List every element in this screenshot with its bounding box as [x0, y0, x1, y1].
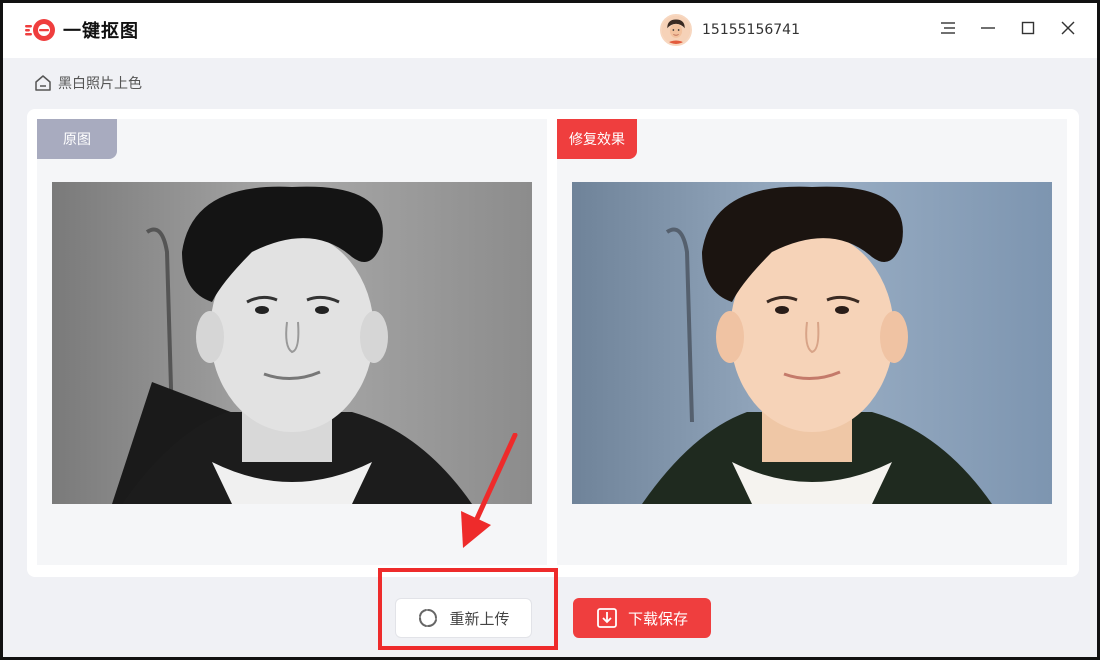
title-bar: 一键抠图 15155156741 [3, 3, 1097, 58]
result-tag: 修复效果 [557, 119, 637, 159]
minimize-icon[interactable] [977, 17, 999, 39]
original-tag: 原图 [37, 119, 117, 159]
user-phone: 15155156741 [702, 22, 800, 38]
app-logo: 一键抠图 [25, 17, 139, 43]
breadcrumb[interactable]: 黑白照片上色 [34, 73, 142, 93]
user-account[interactable]: 15155156741 [660, 14, 800, 46]
app-name: 一键抠图 [63, 21, 139, 42]
download-label: 下载保存 [627, 609, 688, 628]
download-button[interactable]: 下载保存 [573, 598, 711, 638]
annotation-arrow-icon [461, 433, 518, 548]
result-pane: 修复效果 [557, 119, 1067, 565]
app-logo-icon [25, 19, 55, 41]
maximize-icon[interactable] [1017, 17, 1039, 39]
menu-icon[interactable] [937, 17, 959, 39]
compare-panel: 原图 修复效果 [27, 109, 1079, 577]
download-icon [597, 608, 617, 628]
close-icon[interactable] [1057, 17, 1079, 39]
result-photo [572, 182, 1052, 504]
home-icon[interactable] [34, 74, 52, 92]
annotation-highlight-box [378, 568, 558, 650]
app-window: 一键抠图 15155156741 黑白照片上色 原图 修复效果 重新上传 下载保… [0, 0, 1100, 660]
breadcrumb-label: 黑白照片上色 [58, 76, 142, 92]
window-controls [937, 17, 1079, 39]
user-avatar[interactable] [660, 14, 692, 46]
